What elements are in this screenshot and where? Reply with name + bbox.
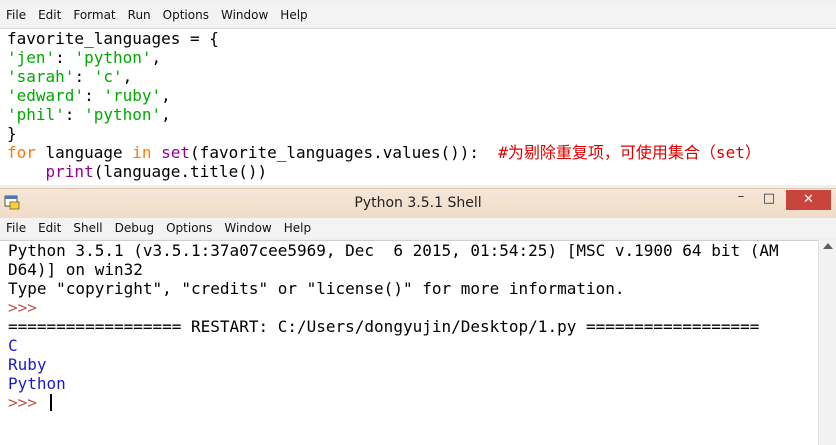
code-token: 'sarah' [7,67,75,86]
shell-line: C [8,336,18,355]
editor-menubar: File Edit Format Run Options Window Help [0,4,836,26]
shell-line: ================== RESTART: C:/Users/don… [8,317,760,336]
scroll-up-arrow-icon[interactable] [823,243,833,249]
editor-menu-format[interactable]: Format [67,8,121,22]
shell-menu-window[interactable]: Window [218,221,277,235]
code-token: in [132,143,152,162]
code-token: print [45,162,94,181]
code-token: , [161,86,171,105]
shell-menu-debug[interactable]: Debug [109,221,160,235]
code-token: , [151,48,162,67]
code-token: : [74,67,94,86]
code-token: } [7,124,17,143]
editor-menu-run[interactable]: Run [122,8,157,22]
editor-menu-file[interactable]: File [0,8,32,22]
code-token: : [55,48,75,67]
shell-line: Ruby [8,355,47,374]
editor-menu-window[interactable]: Window [215,8,274,22]
code-token: language [35,143,133,162]
shell-output[interactable]: Python 3.5.1 (v3.5.1:37a07cee5969, Dec 6… [0,240,836,445]
code-token: : [64,105,85,124]
code-token: , [161,105,171,124]
code-line: for language in set(favorite_languages.v… [7,143,836,162]
code-token: 'python' [84,105,162,124]
shell-menu-shell[interactable]: Shell [67,221,108,235]
shell-menubar: File Edit Shell Debug Options Window Help [0,218,836,238]
shell-menu-file[interactable]: File [0,221,32,235]
code-line: 'phil': 'python', [7,105,836,124]
maximize-button[interactable]: □ [756,191,782,211]
shell-prompt: >>> [8,393,47,412]
shell-line: Type "copyright", "credits" or "license(… [8,279,625,298]
code-line: favorite_languages = { [7,29,836,48]
code-token: for [7,143,36,162]
close-button[interactable]: ✕ [786,190,831,210]
code-token: , [122,67,133,86]
shell-line: Python 3.5.1 (v3.5.1:37a07cee5969, Dec 6… [8,241,779,260]
shell-titlebar[interactable]: Python 3.5.1 Shell – □ ✕ [0,188,836,218]
code-editor[interactable]: favorite_languages = {'jen': 'python','s… [0,28,836,185]
shell-input-line[interactable]: >>> [8,393,836,412]
code-line: print(language.title()) [7,162,836,181]
code-token: 'edward' [7,86,85,105]
editor-menu-options[interactable]: Options [157,8,215,22]
editor-menu-help[interactable]: Help [274,8,313,22]
code-token: set [161,143,191,162]
code-line: 'edward': 'ruby', [7,86,836,105]
editor-menu-edit[interactable]: Edit [32,8,67,22]
shell-line: D64)] on win32 [8,260,143,279]
shell-menu-help[interactable]: Help [278,221,317,235]
shell-line: >>> [8,298,47,317]
shell-title: Python 3.5.1 Shell [354,195,482,211]
code-token: 'phil' [7,105,65,124]
code-token: #为剔除重复项，可使用集合（set） [498,143,761,162]
shell-line: Python [8,374,66,393]
code-line: 'jen': 'python', [7,48,836,67]
code-line: } [7,124,836,143]
shell-menu-edit[interactable]: Edit [32,221,67,235]
code-token: 'jen' [7,48,56,67]
code-token: 'c' [93,67,123,86]
code-token: 'ruby' [103,86,162,105]
code-token: (language.title()) [93,162,268,181]
code-token: favorite_languages = { [7,29,219,48]
vertical-scrollbar[interactable] [818,240,836,445]
shell-menu-options[interactable]: Options [160,221,218,235]
text-cursor [49,394,52,411]
code-line: 'sarah': 'c', [7,67,836,86]
code-token: : [84,86,104,105]
code-token: (favorite_languages.values()): [190,143,499,162]
code-token: 'python' [74,48,152,67]
minimize-button[interactable]: – [728,189,754,209]
